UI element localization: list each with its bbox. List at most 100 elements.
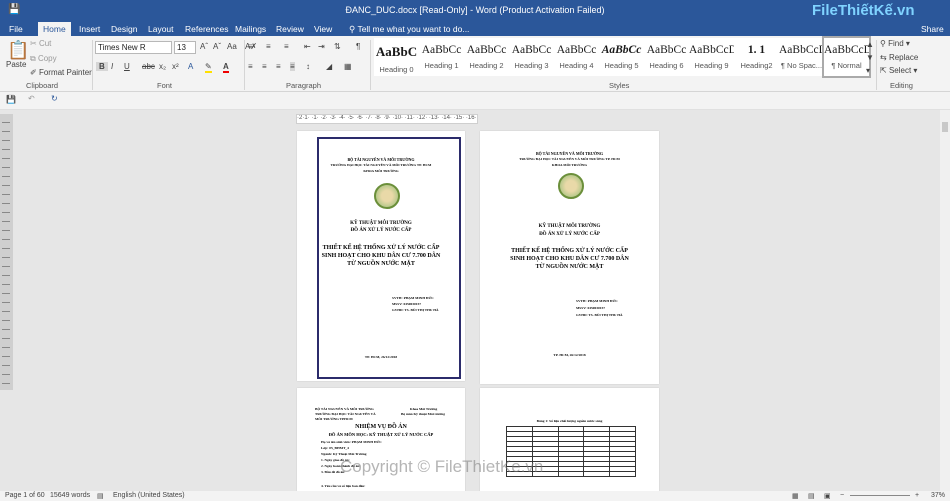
font-size-combo[interactable]: 13 — [174, 41, 196, 54]
ribbon-tabs: File Home Insert Design Layout Reference… — [0, 22, 950, 36]
proofing-icon[interactable]: ▤ — [97, 492, 104, 500]
university-emblem-icon — [374, 183, 400, 209]
strikethrough-button[interactable]: abc — [142, 62, 155, 71]
text-effects-icon[interactable]: A — [188, 62, 193, 71]
ribbon: 📋 Paste ✂ Cut ⧉ Copy ✐ Format Painter Cl… — [0, 36, 950, 92]
language-indicator[interactable]: English (United States) — [113, 492, 185, 499]
tab-design[interactable]: Design — [106, 23, 142, 35]
sort-icon[interactable]: ⇅ — [334, 42, 341, 51]
project-text: ĐỒ ÁN XỬ LÝ NƯỚC CẤP — [350, 228, 412, 233]
styles-scroll-down-icon[interactable]: ▼ — [866, 53, 874, 62]
shrink-font-icon[interactable]: Aˇ — [213, 42, 221, 51]
tab-layout[interactable]: Layout — [143, 23, 179, 35]
student-text: SVTH: PHẠM MINH ĐỨC — [392, 296, 434, 300]
format-painter-button[interactable]: ✐ Format Painter — [30, 68, 92, 77]
tab-home[interactable]: Home — [38, 22, 71, 36]
tab-view[interactable]: View — [309, 23, 337, 35]
task-heading: NHIỆM VỤ ĐỒ ÁN — [355, 424, 407, 430]
replace-button[interactable]: ⇆ Replace — [880, 53, 918, 62]
tab-file[interactable]: File — [4, 23, 28, 35]
font-color-icon[interactable]: A — [223, 62, 229, 73]
read-mode-icon[interactable]: ▦ — [792, 492, 799, 500]
school-text-2: MÔI TRƯỜNG TPHCM — [315, 417, 353, 421]
page-2[interactable]: BỘ TÀI NGUYÊN VÀ MÔI TRƯỜNG TRƯỜNG ĐẠI H… — [480, 131, 659, 384]
justify-icon[interactable]: ≡ — [290, 62, 295, 71]
style-name: Heading 3 — [514, 61, 549, 70]
vertical-scrollbar[interactable] — [940, 110, 950, 491]
vertical-ruler[interactable] — [0, 114, 13, 390]
increase-indent-icon[interactable]: ⇥ — [318, 42, 325, 51]
styles-scroll-up-icon[interactable]: ▲ — [866, 40, 874, 49]
style-name: Heading 4 — [559, 61, 594, 70]
style-5-option[interactable]: AaBbCc Heading 4 — [554, 38, 599, 76]
highlight-icon[interactable]: ✎ — [205, 62, 212, 73]
underline-button[interactable]: U — [124, 62, 130, 71]
align-center-icon[interactable]: ≡ — [262, 62, 267, 71]
tab-references[interactable]: References — [180, 23, 233, 35]
copy-button[interactable]: ⧉ Copy — [30, 54, 57, 64]
style-10-option[interactable]: AaBbCcDd ¶ No Spac... — [779, 38, 824, 76]
bullets-icon[interactable]: ≡ — [248, 42, 253, 51]
horizontal-ruler[interactable]: ·2·1· ·1· ·2· ·3· ·4· ·5· ·6· ·7· ·8· ·9… — [296, 114, 478, 124]
select-icon: ⇱ — [880, 66, 889, 75]
subscript-button[interactable]: x₂ — [159, 62, 166, 71]
tab-mailings[interactable]: Mailings — [230, 23, 271, 35]
shading-icon[interactable]: ◢ — [326, 62, 332, 71]
page-1[interactable]: BỘ TÀI NGUYÊN VÀ MÔI TRƯỜNG TRƯỜNG ĐẠI H… — [297, 131, 465, 381]
scroll-thumb[interactable] — [942, 122, 948, 132]
change-case-icon[interactable]: Aa — [227, 42, 237, 51]
paste-button[interactable]: Paste — [6, 60, 26, 69]
bold-button[interactable]: B — [96, 62, 108, 71]
grow-font-icon[interactable]: Aˆ — [200, 42, 208, 51]
find-button[interactable]: ⚲ Find ▾ — [880, 39, 910, 48]
tab-review[interactable]: Review — [271, 23, 309, 35]
numbering-icon[interactable]: ≡ — [266, 42, 271, 51]
redo-icon[interactable]: ↻ — [51, 94, 58, 103]
style-6-option[interactable]: AaBbCc Heading 5 — [599, 38, 644, 76]
style-7-option[interactable]: AaBbCc Heading 6 — [644, 38, 689, 76]
undo-icon[interactable]: ↶ — [28, 94, 35, 103]
style-3-option[interactable]: AaBbCc Heading 2 — [464, 38, 509, 76]
style-2-option[interactable]: AaBbCc Heading 1 — [419, 38, 464, 76]
mssv-text: MSSV: 0450030157 — [576, 306, 605, 310]
style-4-option[interactable]: AaBbCc Heading 3 — [509, 38, 554, 76]
select-button[interactable]: ⇱ Select ▾ — [880, 66, 917, 75]
italic-button[interactable]: I — [111, 62, 113, 71]
web-layout-icon[interactable]: ▣ — [824, 492, 831, 500]
save-icon[interactable]: 💾 — [6, 95, 16, 104]
zoom-slider[interactable] — [850, 495, 910, 496]
zoom-in-icon[interactable]: + — [915, 492, 919, 499]
brush-icon: ✐ — [30, 68, 39, 77]
title-line-2: SINH HOẠT CHO KHU DÂN CƯ 7.700 DÂN — [510, 256, 629, 262]
advisor-text: GVHD: TS. BÙI THỊ THU HÀ — [576, 313, 623, 317]
styles-more-icon[interactable]: ▾ — [866, 66, 870, 75]
ministry-text: BỘ TÀI NGUYÊN VÀ MÔI TRƯỜNG — [347, 157, 415, 162]
zoom-out-icon[interactable]: − — [840, 492, 844, 499]
share-button[interactable]: Share — [916, 23, 949, 35]
align-left-icon[interactable]: ≡ — [248, 62, 253, 71]
ministry-text: BỘ TÀI NGUYÊN VÀ MÔI TRƯỜNG — [535, 151, 604, 156]
paste-icon[interactable]: 📋 — [7, 40, 29, 61]
page-count[interactable]: Page 1 of 60 — [5, 492, 45, 499]
decrease-indent-icon[interactable]: ⇤ — [304, 42, 311, 51]
line-spacing-icon[interactable]: ↕ — [306, 62, 310, 71]
show-marks-icon[interactable]: ¶ — [356, 42, 360, 51]
style-preview: AaBbCcDd — [779, 44, 824, 56]
word-count[interactable]: 15649 words — [50, 492, 90, 499]
print-layout-icon[interactable]: ▤ — [808, 492, 815, 500]
style-9-option[interactable]: 1. 1 Heading2 — [734, 38, 779, 76]
multilevel-list-icon[interactable]: ≡ — [284, 42, 289, 51]
style-1-option[interactable]: AaBbC Heading 0 — [374, 38, 419, 76]
zoom-level[interactable]: 37% — [931, 492, 945, 499]
font-name-combo[interactable]: Times New R — [95, 41, 172, 54]
borders-icon[interactable]: ▦ — [344, 62, 352, 71]
class-line: Lớp: 05_ĐHMT_4 — [321, 446, 349, 450]
align-right-icon[interactable]: ≡ — [276, 62, 281, 71]
superscript-button[interactable]: x² — [172, 62, 179, 71]
style-11-option[interactable]: AaBbCcDd ¶ Normal — [822, 36, 871, 78]
style-8-option[interactable]: AaBbCcDd Heading 9 — [689, 38, 734, 76]
tab-insert[interactable]: Insert — [74, 23, 105, 35]
cut-button[interactable]: ✂ Cut — [30, 39, 51, 48]
copyright-watermark: Copyright © FileThietKe.vn — [340, 457, 544, 476]
tell-me-search[interactable]: ⚲ Tell me what you want to do... — [344, 23, 474, 36]
